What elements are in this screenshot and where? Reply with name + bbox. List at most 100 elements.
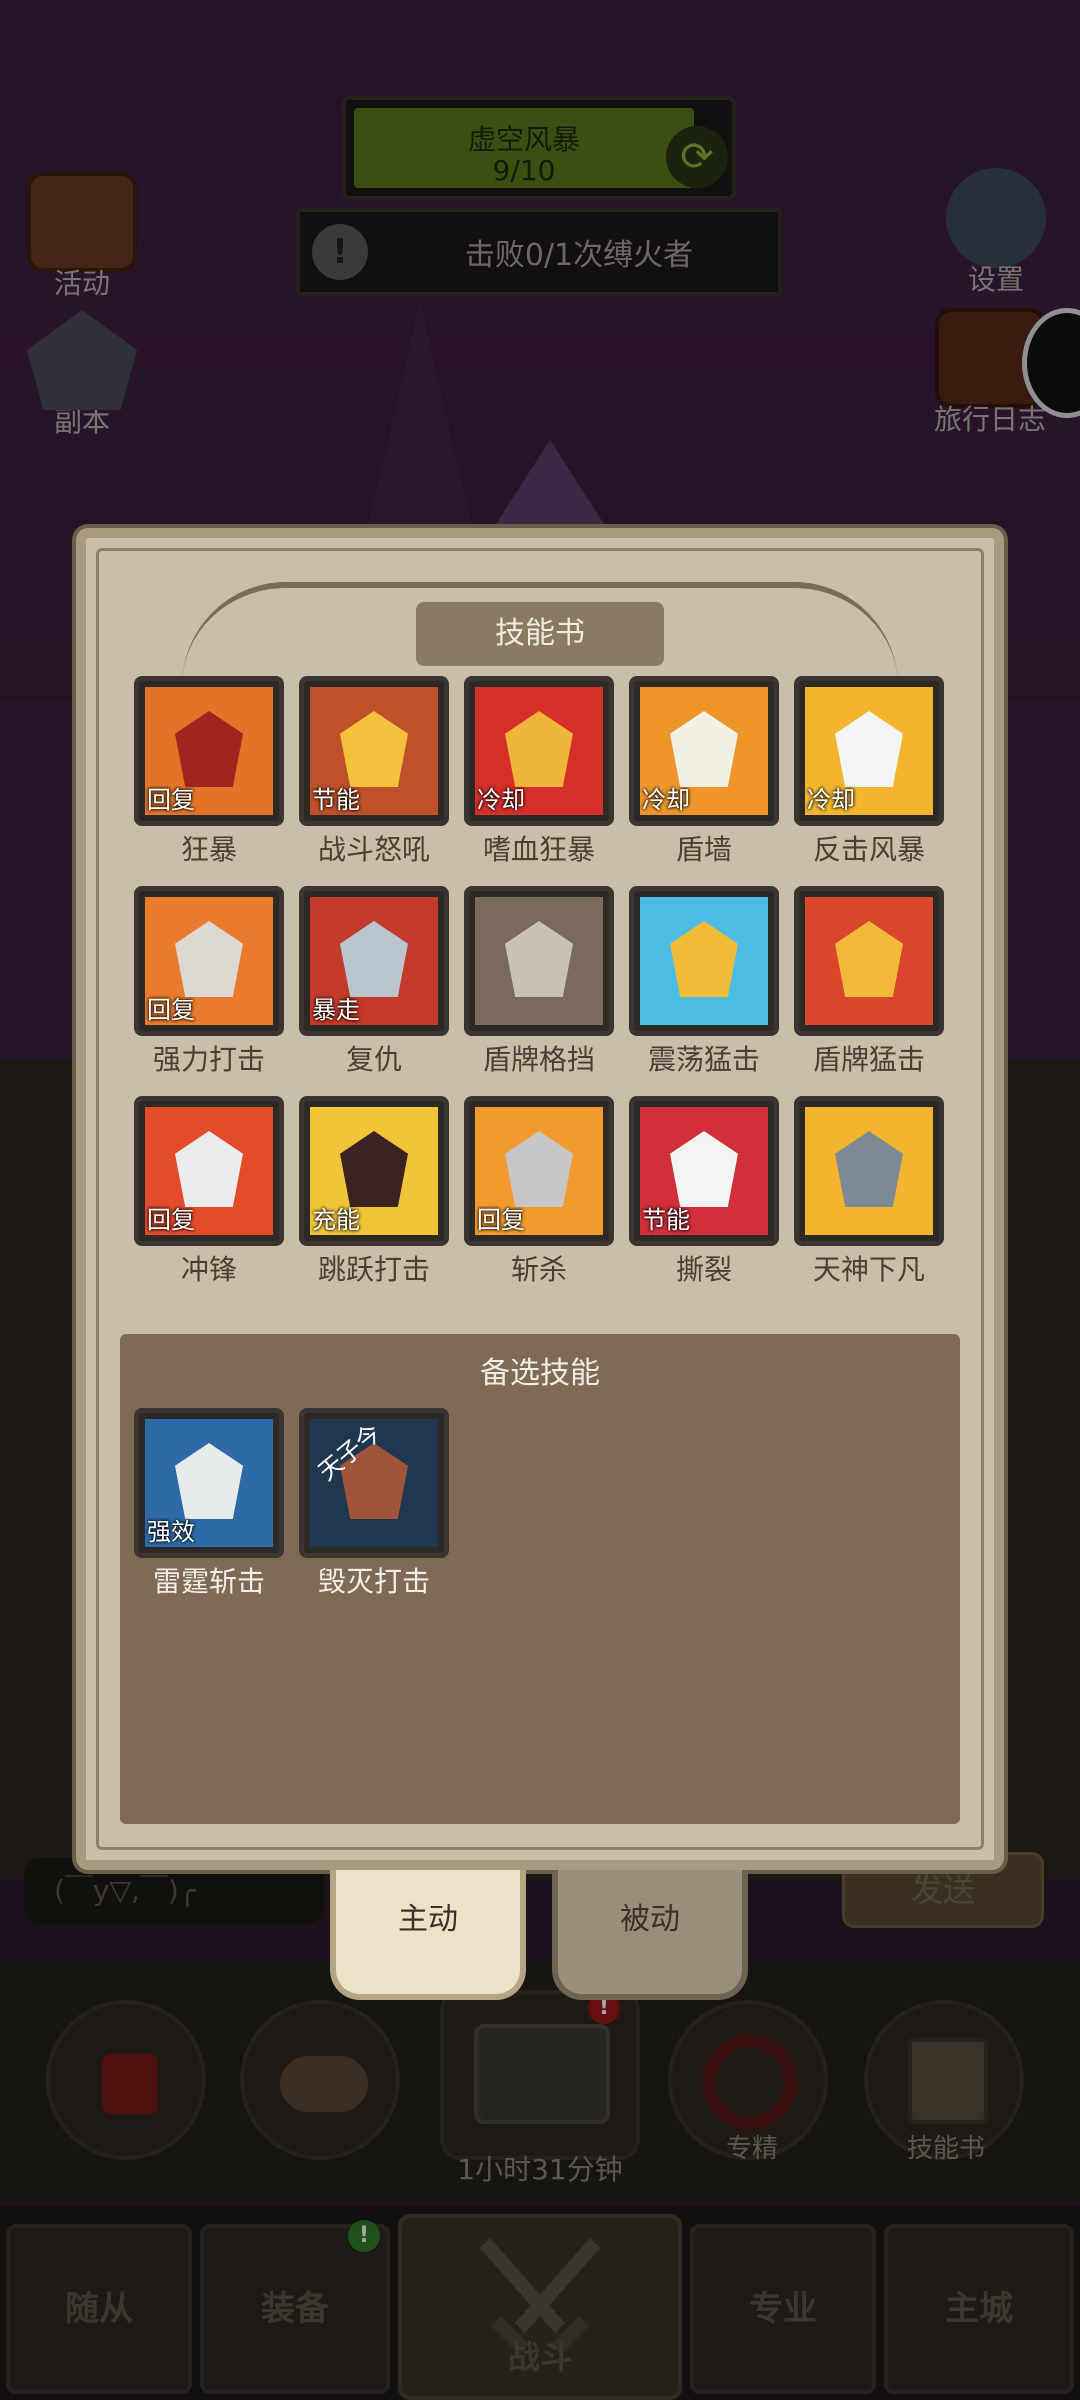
skill-book-label: 技能书 <box>906 2134 985 2164</box>
skill-tag: 冷却 <box>642 786 690 814</box>
skill-emblem <box>835 711 903 787</box>
activity-icon <box>27 172 137 272</box>
quest-objective[interactable]: ! 击败0/1次缚火者 <box>296 208 782 296</box>
skill-icon-frame: 冷却 <box>794 676 944 826</box>
skill-name: 强力打击 <box>152 1043 265 1076</box>
skill-slot[interactable]: 盾牌格挡 <box>464 886 614 1078</box>
equipment-badge: ! <box>348 2220 380 2252</box>
food-button[interactable] <box>240 2000 400 2160</box>
skill-icon-frame <box>464 886 614 1036</box>
skill-name: 复仇 <box>345 1043 402 1076</box>
skill-slot[interactable]: 回复狂暴 <box>134 676 284 868</box>
settings-button[interactable]: 设置 <box>926 168 1066 298</box>
panel-title: 技能书 <box>416 602 664 666</box>
potion-button[interactable] <box>46 2000 206 2160</box>
skill-tag: 回复 <box>147 786 195 814</box>
skill-emblem <box>835 921 903 997</box>
skill-emblem <box>175 711 243 787</box>
nav-battle[interactable]: 战斗 <box>398 2214 682 2400</box>
chest-icon <box>474 2024 610 2124</box>
skill-tag: 充能 <box>312 1206 360 1234</box>
skill-slot[interactable]: 充能 跳跃打击 <box>299 1096 449 1288</box>
skill-name: 盾墙 <box>675 833 732 866</box>
dungeon-icon <box>27 310 137 410</box>
skill-icon-frame: 回复 <box>134 1096 284 1246</box>
skill-emblem <box>505 921 573 997</box>
nav-main-city[interactable]: 主城 <box>884 2224 1074 2394</box>
skill-slot[interactable]: 震荡猛击 <box>629 886 779 1078</box>
skill-icon-frame: 冷却 <box>629 676 779 826</box>
skill-name: 冲锋 <box>180 1253 237 1286</box>
activity-button[interactable]: 活动 <box>12 172 152 302</box>
quest-progress-fill: 虚空风暴 9/10 ⟳ <box>354 108 728 188</box>
nav-followers[interactable]: 随从 <box>6 2224 192 2394</box>
tab-passive-skills[interactable]: 被动 <box>552 1870 748 2000</box>
skill-name: 盾牌猛击 <box>812 1043 925 1076</box>
skill-icon <box>805 897 933 1025</box>
skill-icon-frame: 节能 <box>299 676 449 826</box>
skill-name: 反击风暴 <box>812 833 925 866</box>
skill-slot[interactable]: 回复 强力打击 <box>134 886 284 1078</box>
nav-battle-label: 战斗 <box>507 2338 572 2376</box>
skill-icon-frame <box>794 886 944 1036</box>
skill-slot[interactable]: 天神下凡 <box>794 1096 944 1288</box>
skill-book-panel: 技能书 回复 狂暴 节能 战斗怒吼 冷却 嗜血狂暴 冷却 盾墙 冷却 反击风暴 回复 强力打击 暴走 复仇… <box>76 528 1004 1870</box>
skill-slot[interactable]: 冷却 反击风暴 <box>794 676 944 868</box>
skill-name: 毁灭打击 <box>317 1565 430 1598</box>
skill-slot[interactable]: 冷却盾墙 <box>629 676 779 868</box>
skill-slot[interactable]: 暴走 复仇 <box>299 886 449 1078</box>
skill-tag: 回复 <box>147 1206 195 1234</box>
skill-emblem <box>670 711 738 787</box>
skill-icon-frame: 天子今 <box>299 1408 449 1558</box>
potion-icon <box>102 2054 158 2114</box>
skill-name: 斩杀 <box>510 1253 567 1286</box>
skill-emblem <box>175 921 243 997</box>
skill-emblem <box>505 1131 573 1207</box>
skill-icon-frame <box>629 886 779 1036</box>
skill-tag: 节能 <box>312 786 360 814</box>
tower-silhouette <box>360 300 480 560</box>
skill-icon <box>475 897 603 1025</box>
skill-slot[interactable]: 盾牌猛击 <box>794 886 944 1078</box>
skill-tag: 强效 <box>147 1518 195 1546</box>
skill-name: 盾牌格挡 <box>482 1043 595 1076</box>
skill-name: 狂暴 <box>180 833 237 866</box>
skill-icon <box>805 1107 933 1235</box>
reserve-skills-area: 备选技能 强效 雷霆斩击 天子今 毁灭打击 <box>120 1334 960 1824</box>
specialize-label: 专精 <box>725 2134 778 2164</box>
skill-tag: 节能 <box>642 1206 690 1234</box>
skill-tag: 冷却 <box>477 786 525 814</box>
skill-emblem <box>670 1131 738 1207</box>
gear-icon <box>946 168 1046 268</box>
skill-emblem <box>340 1131 408 1207</box>
skill-icon-frame <box>794 1096 944 1246</box>
dungeon-button[interactable]: 副本 <box>12 310 152 440</box>
skill-name: 天神下凡 <box>812 1253 925 1286</box>
chest-timer: 1小时31分钟 <box>457 2153 623 2186</box>
skill-slot[interactable]: 冷却 嗜血狂暴 <box>464 676 614 868</box>
tab-active-skills[interactable]: 主动 <box>330 1870 526 2000</box>
skill-slot[interactable]: 天子今 毁灭打击 <box>299 1408 449 1600</box>
refresh-icon[interactable]: ⟳ <box>666 126 728 188</box>
skill-slot[interactable]: 节能 战斗怒吼 <box>299 676 449 868</box>
skill-name: 雷霆斩击 <box>152 1565 265 1598</box>
skill-slot[interactable]: 回复斩杀 <box>464 1096 614 1288</box>
activity-label: 活动 <box>53 267 110 300</box>
quest-progress: 9/10 <box>492 154 556 187</box>
skill-slot[interactable]: 强效雷霆斩击 <box>134 1408 284 1600</box>
quest-bar[interactable]: 虚空风暴 9/10 ⟳ <box>342 96 736 200</box>
skill-emblem <box>340 921 408 997</box>
skill-emblem <box>505 711 573 787</box>
skill-slot[interactable]: 节能撕裂 <box>629 1096 779 1288</box>
skill-emblem <box>175 1443 243 1519</box>
skill-icon-frame: 冷却 <box>464 676 614 826</box>
skill-icon-frame: 强效 <box>134 1408 284 1558</box>
skill-icon-frame: 节能 <box>629 1096 779 1246</box>
nav-profession[interactable]: 专业 <box>690 2224 876 2394</box>
skill-slot[interactable]: 回复冲锋 <box>134 1096 284 1288</box>
skill-name: 震荡猛击 <box>647 1043 760 1076</box>
settings-label: 设置 <box>967 263 1024 296</box>
skill-tag: 回复 <box>477 1206 525 1234</box>
skill-name: 撕裂 <box>675 1253 732 1286</box>
skill-icon <box>640 897 768 1025</box>
